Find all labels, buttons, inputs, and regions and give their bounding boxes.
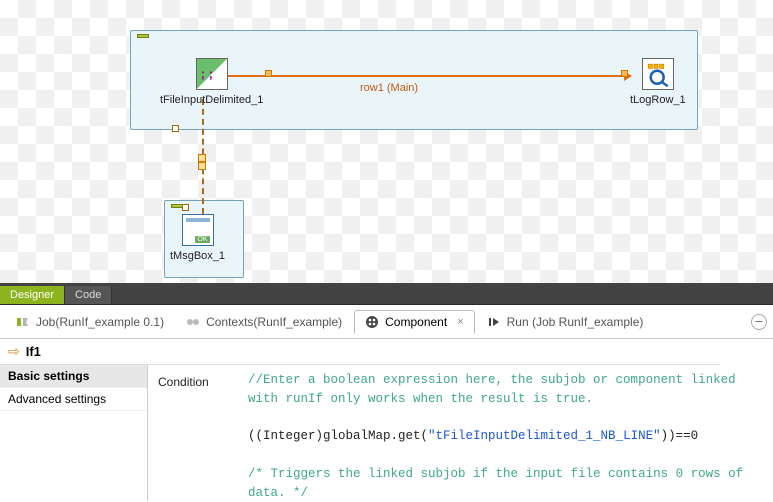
trigger-input-anchor[interactable] <box>182 204 189 211</box>
connection-row1-label: row1 (Main) <box>360 82 418 94</box>
tfileinputdelimited-icon <box>196 58 228 90</box>
minimize-view-button[interactable]: – <box>751 314 767 330</box>
subjob-collapse-handle[interactable] <box>137 34 149 38</box>
settings-form: Condition //Enter a boolean expression h… <box>148 365 773 501</box>
tab-code[interactable]: Code <box>65 286 112 304</box>
tab-designer[interactable]: Designer <box>0 286 65 304</box>
input-anchor[interactable] <box>621 70 628 77</box>
tab-label: Component <box>385 315 447 329</box>
component-tlogrow[interactable]: tLogRow_1 <box>630 58 686 106</box>
code-comment: //Enter a boolean expression here, the s… <box>248 373 743 406</box>
tlogrow-icon <box>642 58 674 90</box>
component-tfileinputdelimited[interactable]: tFileInputDelimited_1 <box>160 58 263 106</box>
tab-label: Contexts(RunIf_example) <box>206 315 342 329</box>
component-label: tMsgBox_1 <box>170 250 225 262</box>
component-tmsgbox[interactable]: tMsgBox_1 <box>170 214 225 262</box>
settings-sidebar: Basic settings Advanced settings <box>0 365 148 501</box>
code-expr-str: "tFileInputDelimited_1_NB_LINE" <box>428 429 661 443</box>
connection-name: If1 <box>26 344 41 359</box>
component-header: ⇨ If1 <box>0 339 720 365</box>
condition-label: Condition <box>158 371 228 495</box>
sidebar-item-advanced[interactable]: Advanced settings <box>0 388 147 411</box>
design-canvas[interactable]: row1 (Main) tFileInputDelimited_1 tLogRo… <box>0 0 773 283</box>
connection-if-midpoint[interactable] <box>198 154 206 162</box>
trigger-anchor[interactable] <box>172 125 179 132</box>
code-comment: /* Triggers the linked subjob if the inp… <box>248 467 751 500</box>
component-label: tFileInputDelimited_1 <box>160 94 263 106</box>
tab-run[interactable]: Run (Job RunIf_example) <box>477 311 654 333</box>
editor-mode-tabs: Designer Code <box>0 283 773 305</box>
component-panel: Basic settings Advanced settings Conditi… <box>0 365 773 501</box>
component-icon <box>365 315 379 329</box>
output-anchor[interactable] <box>265 70 272 77</box>
tmsgbox-icon <box>182 214 214 246</box>
views-tabs: Job(RunIf_example 0.1) Contexts(RunIf_ex… <box>0 305 773 339</box>
tab-label: Job(RunIf_example 0.1) <box>36 315 164 329</box>
tab-contexts[interactable]: Contexts(RunIf_example) <box>176 311 352 333</box>
code-expr-post: ))==0 <box>661 429 699 443</box>
condition-code-input[interactable]: //Enter a boolean expression here, the s… <box>248 371 763 495</box>
sidebar-item-basic[interactable]: Basic settings <box>0 365 147 388</box>
contexts-icon <box>186 315 200 329</box>
run-icon <box>487 315 501 329</box>
close-icon[interactable]: × <box>457 316 463 328</box>
arrow-icon: ⇨ <box>8 343 20 360</box>
connection-row1[interactable] <box>200 75 628 77</box>
tab-component[interactable]: Component × <box>354 310 474 334</box>
job-icon <box>16 315 30 329</box>
component-label: tLogRow_1 <box>630 94 686 106</box>
tab-label: Run (Job RunIf_example) <box>507 315 644 329</box>
tab-job[interactable]: Job(RunIf_example 0.1) <box>6 311 174 333</box>
code-expr-pre: ((Integer)globalMap.get( <box>248 429 428 443</box>
connection-if-midpoint[interactable] <box>198 162 206 170</box>
